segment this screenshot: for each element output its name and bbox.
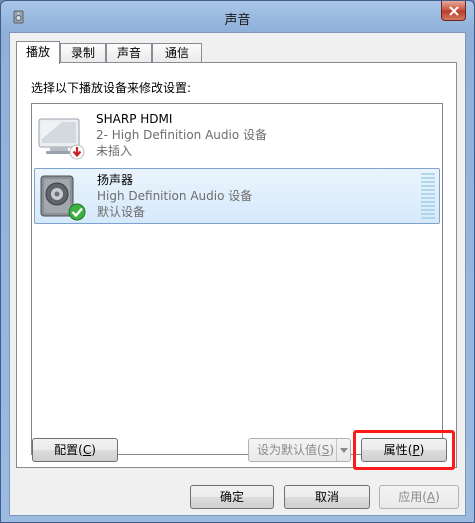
tab-playback[interactable]: 播放 [16,41,60,64]
sound-dialog: 声音 播放 录制 声音 通信 选择以下播放设备来修改设置: SHARP HDMI… [0,0,475,523]
device-item-speakers[interactable]: 扬声器 High Definition Audio 设备 默认设备 [34,168,440,224]
title-bar[interactable]: 声音 [1,1,474,33]
monitor-icon [38,118,85,160]
speaker-icon [40,175,86,221]
device-list[interactable]: SHARP HDMI 2- High Definition Audio 设备 未… [31,103,443,455]
set-default-button[interactable]: 设为默认值(S) [248,438,351,462]
device-text: 扬声器 High Definition Audio 设备 默认设备 [97,172,252,220]
green-check-icon [68,203,86,221]
cancel-button[interactable]: 取消 [284,485,370,509]
configure-button[interactable]: 配置(C) [32,438,118,462]
dialog-client: 播放 录制 声音 通信 选择以下播放设备来修改设置: SHARP HDMI 2-… [9,32,466,516]
instruction-text: 选择以下播放设备来修改设置: [31,81,192,95]
device-name: SHARP HDMI [96,112,173,126]
chevron-down-icon [339,447,348,453]
window-title: 声音 [224,13,251,28]
tab-sounds[interactable]: 声音 [106,43,152,63]
device-item-sharp-hdmi[interactable]: SHARP HDMI 2- High Definition Audio 设备 未… [34,108,440,164]
ok-button[interactable]: 确定 [190,485,274,509]
highlight-box [353,430,455,470]
device-description: 2- High Definition Audio 设备 [96,128,268,142]
device-description: High Definition Audio 设备 [97,189,253,203]
device-text: SHARP HDMI 2- High Definition Audio 设备 未… [96,111,267,159]
volume-level-meter [421,173,435,219]
close-icon [448,5,459,16]
device-name: 扬声器 [97,173,134,187]
set-default-dropdown[interactable] [336,439,350,461]
playback-panel: 选择以下播放设备来修改设置: SHARP HDMI 2- High Defini… [16,62,457,468]
tab-communications[interactable]: 通信 [152,43,202,63]
tab-recording[interactable]: 录制 [60,43,106,63]
device-status: 默认设备 [97,205,146,219]
apply-button[interactable]: 应用(A) [379,485,459,509]
device-status: 未插入 [96,144,133,158]
red-down-arrow-icon [69,144,85,160]
close-button[interactable] [441,1,466,21]
